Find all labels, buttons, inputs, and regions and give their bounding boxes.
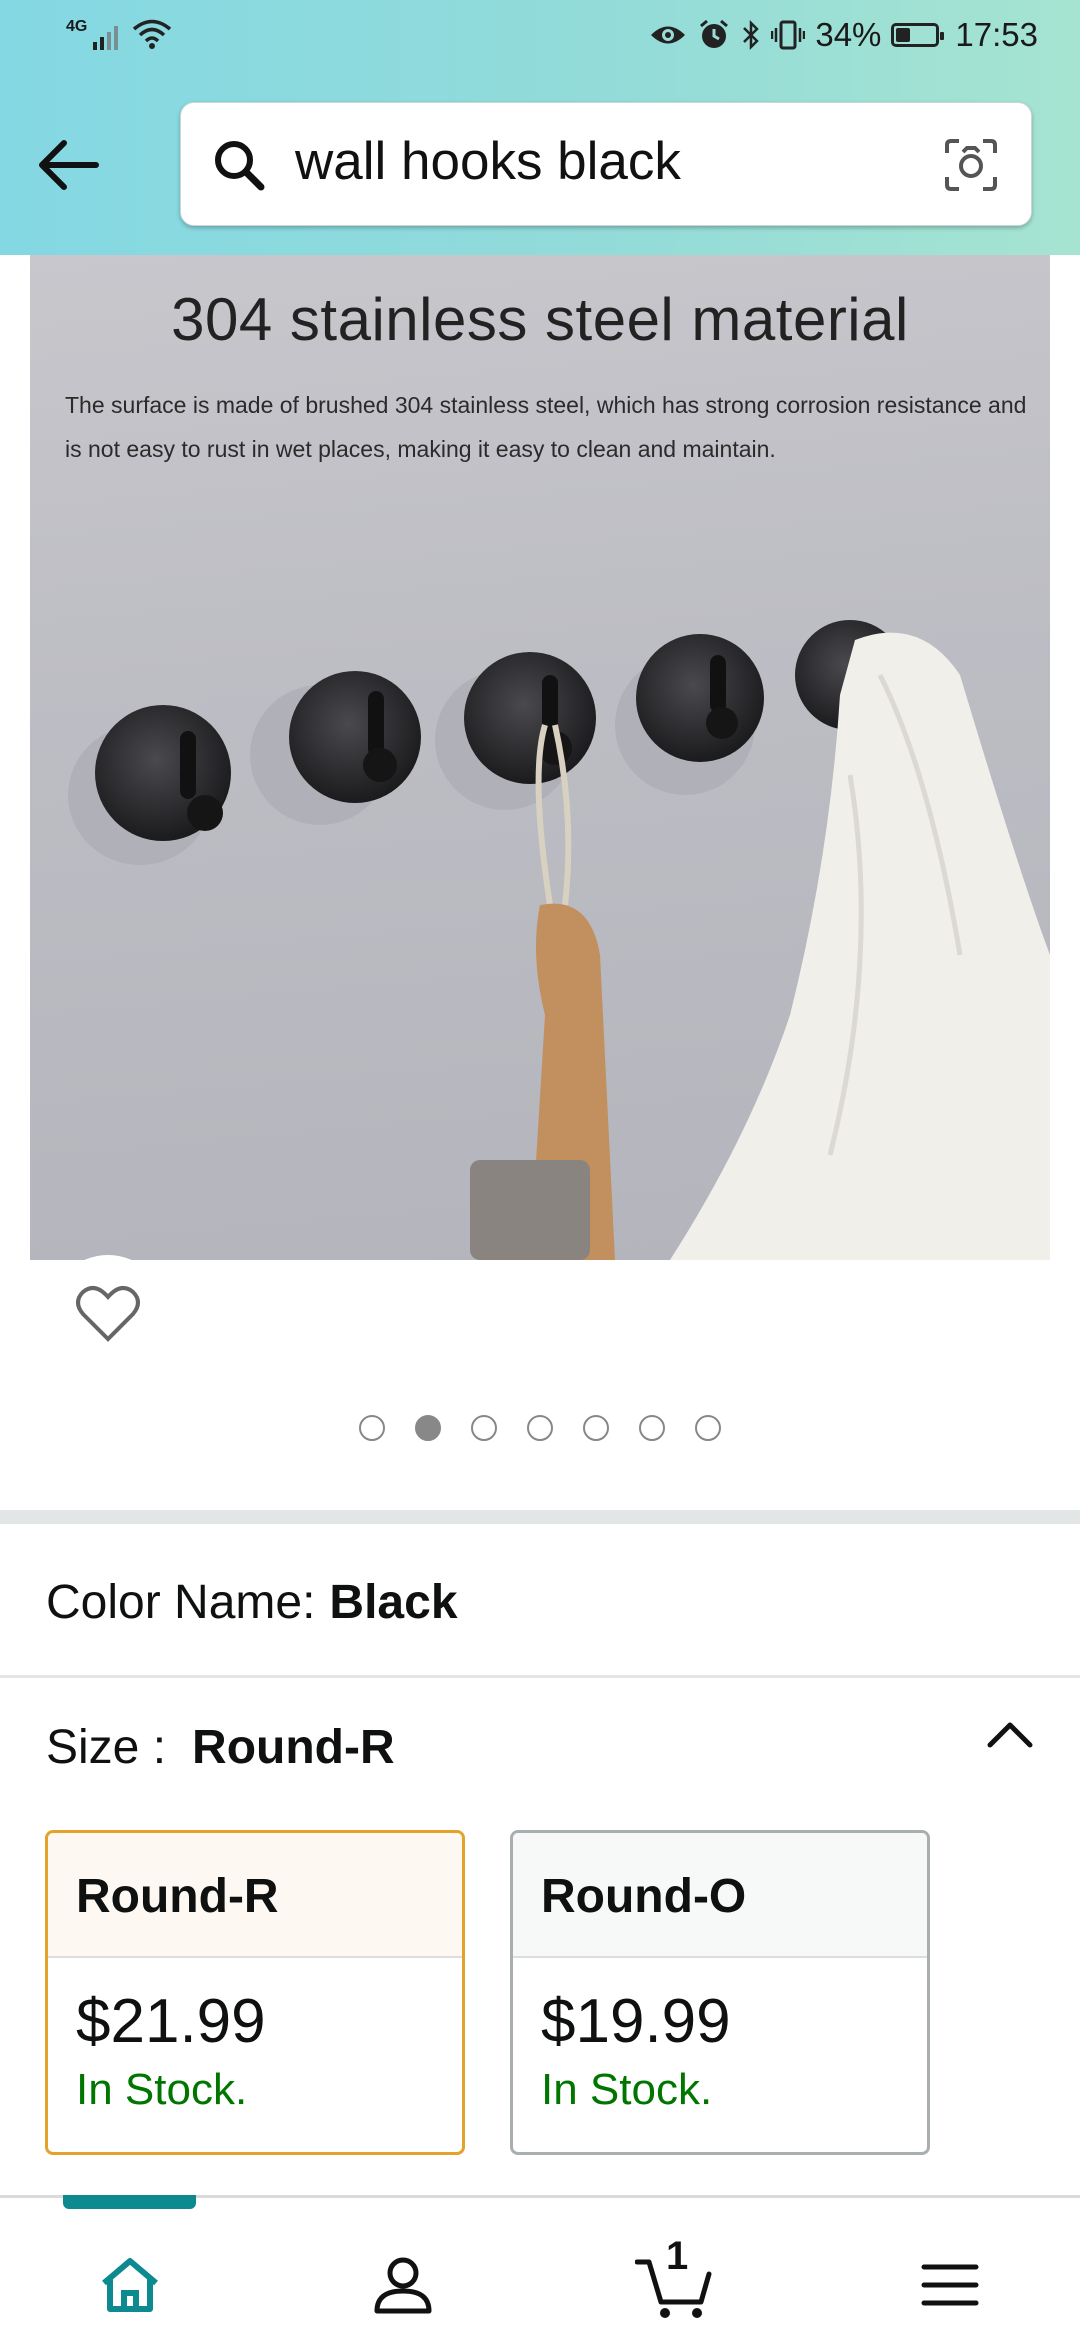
signal-indicator: 4G [66, 18, 172, 50]
status-bar: 4G 34% 17:53 [0, 0, 1080, 75]
bottom-nav: 1 [0, 2200, 1080, 2340]
search-input[interactable]: wall hooks black [295, 131, 681, 192]
option-price: $19.99 [541, 1987, 731, 2056]
product-image[interactable]: 304 stainless steel material The surface… [30, 255, 1050, 1260]
option-price: $21.99 [76, 1987, 266, 2056]
vibrate-icon [771, 20, 806, 50]
size-row[interactable]: Size : Round-R [46, 1720, 395, 1775]
top-header: 4G 34% 17:53 wall hooks black [0, 0, 1080, 255]
camera-scan-icon[interactable] [943, 137, 999, 193]
carousel-dot[interactable] [695, 1415, 721, 1441]
carousel-dot[interactable] [471, 1415, 497, 1441]
nav-account[interactable] [358, 2240, 448, 2330]
clock: 17:53 [955, 16, 1038, 53]
option-stock: In Stock. [541, 2065, 713, 2114]
bluetooth-icon [743, 19, 760, 51]
option-name: Round-R [48, 1833, 462, 1958]
wishlist-heart-button[interactable] [50, 1255, 166, 1371]
nav-home[interactable] [85, 2240, 175, 2330]
nav-menu[interactable] [905, 2240, 995, 2330]
heart-icon [76, 1286, 140, 1342]
size-option-round-r[interactable]: Round-R $21.99 In Stock. [45, 1830, 465, 2155]
alarm-icon [700, 19, 729, 48]
size-value: Round-R [192, 1721, 395, 1774]
hooks-illustration [68, 620, 1050, 1260]
search-bar[interactable]: wall hooks black [180, 102, 1032, 226]
size-option-round-o[interactable]: Round-O $19.99 In Stock. [510, 1830, 930, 2155]
section-divider [0, 1510, 1080, 1524]
option-name: Round-O [513, 1833, 927, 1958]
wifi-icon [133, 19, 172, 49]
carousel-dot[interactable] [527, 1415, 553, 1441]
carousel-dot[interactable] [583, 1415, 609, 1441]
home-icon [102, 2258, 158, 2312]
status-icons: 34% 17:53 [649, 16, 1038, 54]
option-stock: In Stock. [76, 2065, 248, 2114]
eye-icon [651, 26, 686, 44]
carousel-dots[interactable] [0, 1415, 1080, 1441]
nav-cart[interactable]: 1 [630, 2234, 720, 2330]
battery-icon [891, 23, 945, 47]
battery-fill [896, 28, 911, 42]
cart-count-badge: 1 [666, 2234, 689, 2278]
carousel-dot[interactable] [415, 1415, 441, 1441]
search-icon [215, 141, 265, 191]
chevron-up-icon[interactable] [980, 1710, 1040, 1760]
battery-percent: 34% [815, 16, 882, 53]
size-label: Size : [46, 1721, 167, 1774]
user-icon [374, 2257, 432, 2314]
carousel-dot[interactable] [359, 1415, 385, 1441]
network-type: 4G [66, 18, 88, 35]
back-arrow-icon[interactable] [30, 125, 110, 205]
color-value: Black [329, 1576, 458, 1629]
hamburger-menu-icon [921, 2264, 979, 2306]
color-label: Color Name: [46, 1576, 316, 1629]
carousel-dot[interactable] [639, 1415, 665, 1441]
signal-bars-icon [93, 26, 119, 50]
color-name-row[interactable]: Color Name: Black [46, 1575, 458, 1630]
row-divider [0, 1675, 1080, 1678]
